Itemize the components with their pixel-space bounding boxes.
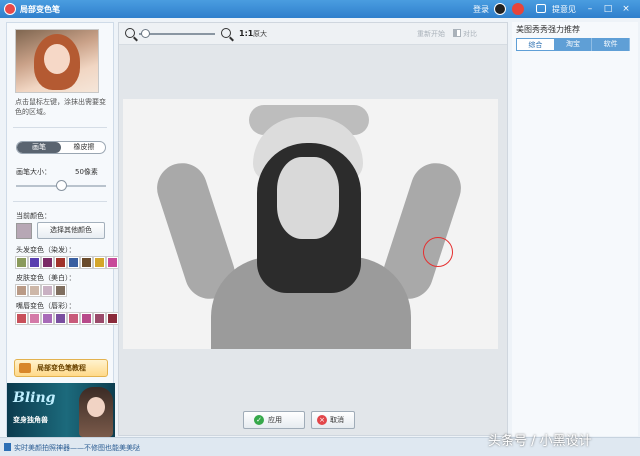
login-link[interactable]: 登录 — [473, 4, 489, 15]
pick-color-button[interactable]: 选择其他颜色 — [37, 222, 105, 239]
qq-icon[interactable] — [494, 3, 506, 15]
skin-color-swatch[interactable] — [15, 284, 28, 297]
compare-icon[interactable] — [453, 29, 461, 37]
brush-size-label: 画笔大小： — [16, 168, 51, 176]
check-icon: ✓ — [254, 415, 264, 425]
recommend-title: 美图秀秀强力推荐 — [516, 25, 580, 34]
brush-tab[interactable]: 画笔 — [17, 142, 61, 153]
weibo-icon[interactable] — [512, 3, 524, 15]
lip-color-swatch[interactable] — [15, 312, 28, 325]
hair-color-swatch[interactable] — [54, 256, 67, 269]
lip-color-swatch[interactable] — [106, 312, 119, 325]
hair-swatches — [15, 256, 119, 269]
divider — [13, 201, 107, 202]
compare-button[interactable]: 对比 — [463, 29, 477, 39]
brush-size-value: 50像素 — [75, 168, 98, 176]
preview-thumbnail — [15, 29, 99, 93]
actual-size-label[interactable]: 原大 — [253, 29, 267, 39]
hair-color-swatch[interactable] — [67, 256, 80, 269]
skin-color-label: 皮肤变色（美白）： — [16, 274, 76, 282]
restart-button[interactable]: 重新开始 — [417, 29, 445, 39]
lip-color-label: 嘴唇变色（唇彩）： — [16, 302, 76, 310]
skin-color-swatch[interactable] — [54, 284, 67, 297]
recommend-panel: 美图秀秀强力推荐 综合 淘宝 软件 — [512, 22, 638, 436]
lip-color-swatch[interactable] — [93, 312, 106, 325]
zoom-out-icon[interactable] — [125, 28, 135, 38]
lip-color-swatch[interactable] — [54, 312, 67, 325]
cancel-button[interactable]: × 取消 — [311, 411, 355, 429]
ad-banner[interactable]: Bling 变身独角兽 — [7, 383, 115, 437]
hair-color-swatch[interactable] — [15, 256, 28, 269]
zoom-in-icon[interactable] — [221, 28, 231, 38]
actual-size-ratio[interactable]: 1:1 — [239, 29, 253, 38]
skin-swatches — [15, 284, 67, 297]
maximize-button[interactable]: □ — [602, 3, 614, 15]
tutorial-button[interactable]: 局部变色笔教程 — [14, 359, 108, 377]
hair-color-swatch[interactable] — [41, 256, 54, 269]
divider — [13, 127, 107, 128]
lip-color-swatch[interactable] — [80, 312, 93, 325]
photo-canvas[interactable] — [123, 99, 498, 349]
canvas-toolbar: 1:1 原大 重新开始 对比 — [119, 23, 507, 45]
watermark: 头条号 / 小黑设计 — [488, 434, 592, 449]
cancel-label: 取消 — [330, 416, 344, 424]
apply-label: 应用 — [268, 416, 282, 424]
skin-color-swatch[interactable] — [28, 284, 41, 297]
speaker-icon — [4, 443, 11, 451]
photo-face — [277, 157, 339, 239]
status-text[interactable]: 实时美颜拍照神器——不修图也能美美哒 — [14, 443, 140, 453]
banner-title: Bling — [13, 390, 56, 406]
banner-subtitle: 变身独角兽 — [13, 416, 48, 424]
apply-button[interactable]: ✓ 应用 — [243, 411, 305, 429]
tab-general[interactable]: 综合 — [516, 38, 555, 51]
message-icon[interactable] — [536, 4, 546, 13]
lip-color-swatch[interactable] — [67, 312, 80, 325]
lip-color-swatch[interactable] — [28, 312, 41, 325]
workspace: 1:1 原大 重新开始 对比 ✓ 应用 × 取消 — [118, 22, 508, 436]
tab-taobao[interactable]: 淘宝 — [554, 38, 593, 51]
hair-color-swatch[interactable] — [28, 256, 41, 269]
close-button[interactable]: × — [620, 3, 632, 15]
current-color-label: 当前颜色： — [16, 212, 51, 220]
lip-swatches — [15, 312, 119, 325]
current-color-swatch — [16, 223, 32, 239]
lip-color-swatch[interactable] — [41, 312, 54, 325]
hair-color-swatch[interactable] — [93, 256, 106, 269]
book-icon — [19, 363, 31, 373]
hair-color-swatch[interactable] — [80, 256, 93, 269]
brush-cursor — [423, 237, 453, 267]
window-title: 局部变色笔 — [20, 5, 60, 14]
tab-software[interactable]: 软件 — [592, 38, 631, 51]
close-icon: × — [317, 415, 327, 425]
eraser-tab[interactable]: 橡皮擦 — [62, 142, 105, 153]
feedback-link[interactable]: 提意见 — [552, 4, 576, 15]
recommend-tabs: 综合 淘宝 软件 — [516, 38, 631, 51]
skin-color-swatch[interactable] — [41, 284, 54, 297]
zoom-track[interactable] — [139, 33, 215, 35]
hair-color-label: 头发变色（染发）： — [16, 246, 76, 254]
tutorial-label: 局部变色笔教程 — [37, 364, 86, 372]
banner-model-face — [87, 397, 105, 417]
minimize-button[interactable]: – — [584, 3, 596, 15]
hair-color-swatch[interactable] — [106, 256, 119, 269]
zoom-slider[interactable] — [141, 29, 150, 38]
title-bar: 局部变色笔 登录 提意见 – □ × — [0, 0, 640, 18]
usage-hint: 点击鼠标左键，涂抹出需要变色的区域。 — [15, 98, 106, 116]
app-logo-icon — [4, 3, 16, 15]
tool-toggle: 画笔 橡皮擦 — [16, 141, 106, 154]
left-panel: 点击鼠标左键，涂抹出需要变色的区域。 画笔 橡皮擦 画笔大小： 50像素 当前颜… — [6, 22, 119, 437]
thumbnail-face — [44, 44, 70, 74]
brush-size-slider[interactable] — [55, 180, 67, 191]
